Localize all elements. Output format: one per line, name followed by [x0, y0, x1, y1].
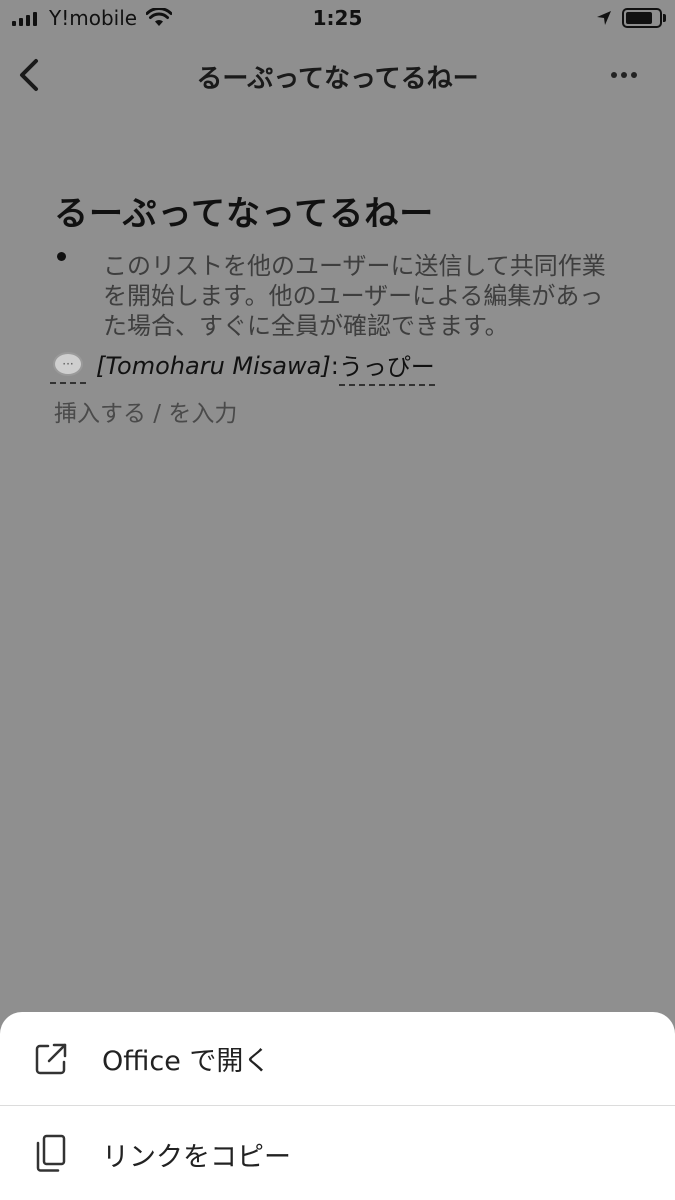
- comment-author: [Tomoharu Misawa]: [96, 352, 331, 380]
- status-bar: Y!mobile 1:25: [0, 0, 675, 40]
- comment-text[interactable]: うっぴー: [338, 347, 435, 386]
- bullet-item-text[interactable]: このリストを他のユーザーに送信して共同作業を開始します。他のユーザーによる編集が…: [103, 251, 623, 341]
- page-title: るーぷってなってるねー: [196, 64, 479, 94]
- insert-placeholder[interactable]: 挿入する / を入力: [54, 394, 237, 428]
- battery-cap: [663, 14, 666, 22]
- more-dot: [611, 72, 617, 78]
- speech-bubble-icon[interactable]: ···: [50, 348, 86, 384]
- open-in-office-label: Office で開く: [102, 1046, 271, 1077]
- bullet-marker: [57, 252, 66, 261]
- more-dot: [621, 72, 627, 78]
- more-options-button[interactable]: [604, 62, 644, 88]
- battery-icon: [622, 8, 662, 28]
- copy-link-label: リンクをコピー: [102, 1141, 291, 1173]
- action-sheet: Office で開く リンクをコピー: [0, 1012, 675, 1200]
- back-button[interactable]: [14, 55, 46, 95]
- open-external-icon: [35, 1043, 67, 1074]
- status-time: 1:25: [312, 6, 363, 30]
- open-in-office-button[interactable]: Office で開く: [0, 1012, 675, 1106]
- copy-icon: [36, 1134, 66, 1172]
- document-title[interactable]: るーぷってなってるねー: [54, 186, 434, 235]
- comment-line[interactable]: ··· [Tomoharu Misawa] : うっぴー: [50, 346, 435, 386]
- more-dot: [631, 72, 637, 78]
- location-arrow-icon: [597, 11, 611, 25]
- comment-separator: :: [330, 352, 339, 380]
- copy-link-button[interactable]: リンクをコピー: [0, 1107, 675, 1200]
